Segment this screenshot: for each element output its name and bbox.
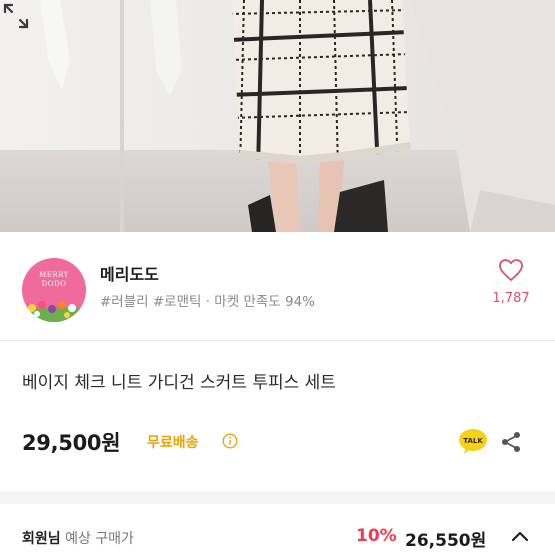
member-label-bold: 회원님: [22, 531, 61, 547]
section-separator: [0, 492, 555, 504]
member-discount-percent: 10%: [356, 526, 397, 546]
chevron-up-icon: [511, 531, 529, 542]
member-price-value: 26,550원: [405, 531, 487, 551]
member-price-toggle[interactable]: 회원님 예상 구매가 10% 26,550원: [0, 504, 555, 555]
share-icon[interactable]: [500, 431, 522, 453]
avatar-logo-line2: DODO: [41, 280, 67, 288]
product-price: 29,500원: [22, 431, 121, 455]
heart-icon: [499, 259, 523, 281]
svg-text:TALK: TALK: [463, 437, 483, 445]
free-shipping-badge: 무료배송: [147, 435, 199, 451]
flowers-illustration: [22, 301, 86, 322]
avatar-logo-line1: MERRY: [39, 271, 69, 279]
member-label-rest: 예상 구매가: [60, 531, 134, 547]
like-button[interactable]: 1,787: [488, 258, 534, 314]
seller-name[interactable]: 메리도도: [100, 261, 159, 285]
expand-icon[interactable]: [0, 0, 32, 32]
seller-tags: #러블리 #로맨틱 · 마켓 만족도 94%: [100, 294, 315, 310]
member-price-label: 회원님 예상 구매가: [22, 528, 134, 548]
kakaotalk-icon[interactable]: TALK: [458, 428, 488, 456]
product-photo-illustration: [0, 0, 555, 232]
seller-row: MERRY DODO 메리도도 #러블리 #로맨틱 · 마켓 만족도 94% 1…: [0, 232, 555, 340]
like-count: 1,787: [492, 291, 530, 306]
avatar-logo-text: MERRY DODO: [22, 271, 86, 289]
product-image[interactable]: [0, 0, 555, 232]
divider: [0, 340, 555, 341]
product-title: 베이지 체크 니트 가디건 스커트 투피스 세트: [22, 373, 336, 393]
info-icon[interactable]: [222, 433, 238, 449]
seller-avatar[interactable]: MERRY DODO: [22, 258, 86, 322]
